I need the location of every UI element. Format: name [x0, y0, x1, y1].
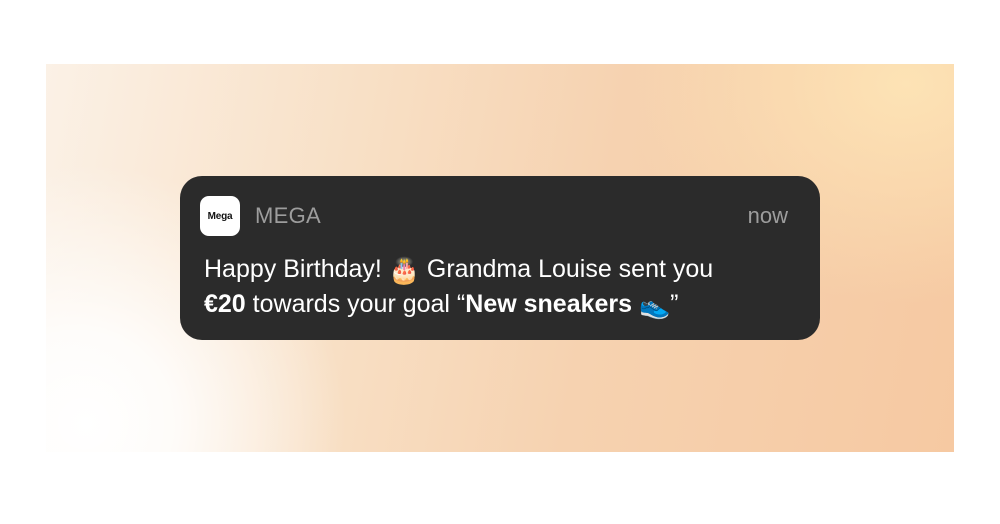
app-icon-label: Mega	[207, 210, 233, 222]
message-goal-text: towards your goal “	[245, 290, 466, 318]
message-greeting: Happy Birthday!	[204, 255, 389, 283]
goal-name: New sneakers	[465, 290, 633, 318]
notification-message: Happy Birthday! 🎂 Grandma Louise sent yo…	[204, 253, 804, 323]
mega-app-icon: Mega	[200, 196, 240, 236]
message-sender-text: Grandma Louise sent you	[419, 255, 714, 283]
app-name: MEGA	[255, 203, 321, 228]
amount-value: €20	[204, 290, 246, 318]
sneaker-icon: 👟	[639, 292, 671, 320]
push-notification[interactable]: Mega MEGA now Happy Birthday! 🎂 Grandma …	[180, 176, 820, 340]
closing-quote: ”	[670, 290, 679, 318]
notification-time: now	[747, 203, 788, 228]
birthday-cake-icon: 🎂	[388, 257, 420, 285]
